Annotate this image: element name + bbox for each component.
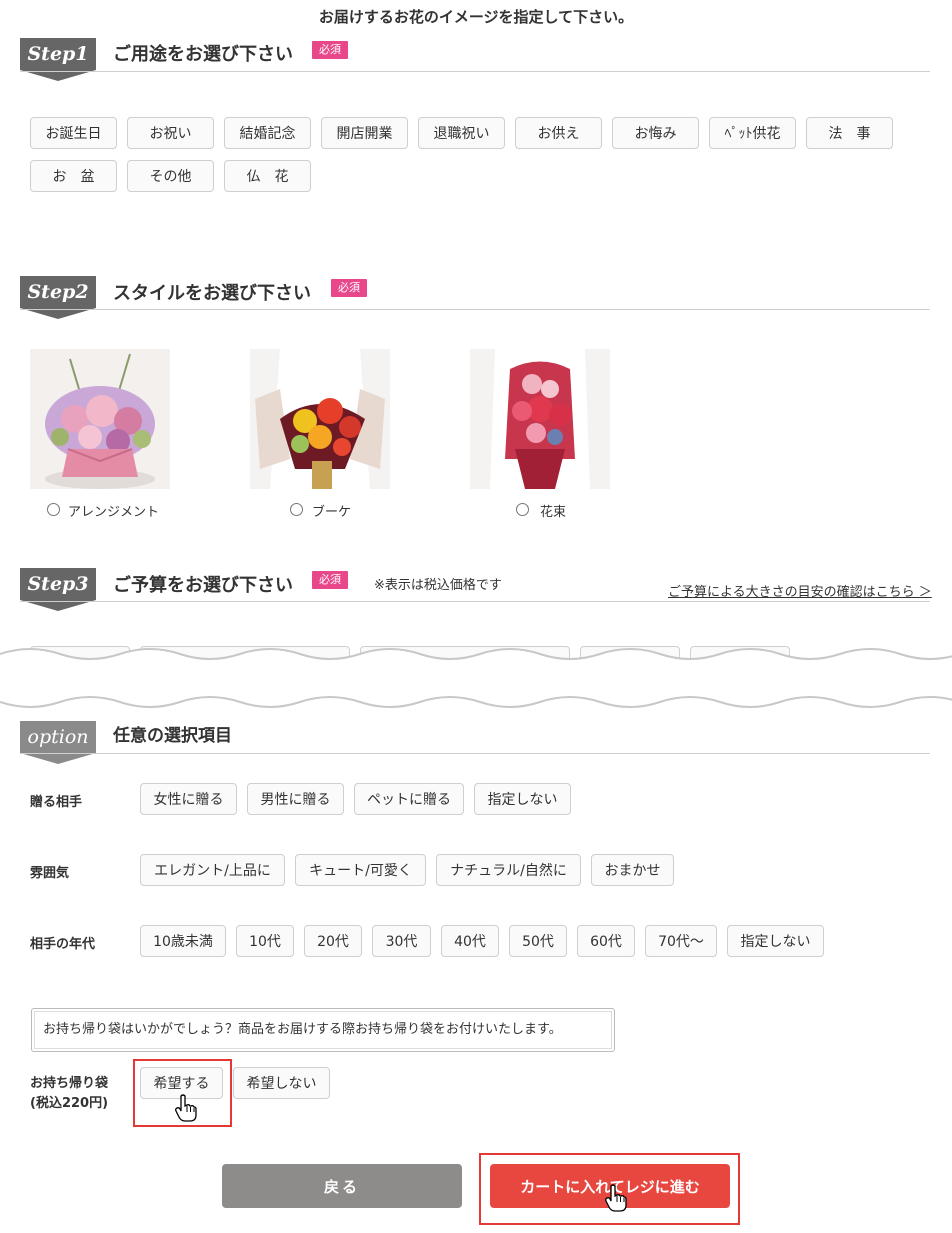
age-chip-30s[interactable]: 30代 (372, 925, 431, 957)
recipient-label: 贈る相手 (30, 795, 83, 810)
shopping-bag-message: お持ち帰り袋はいかがでしょう？商品をお届けする際お持ち帰り袋をお付けいたします。 (31, 1008, 615, 1052)
style-radio-bouquet[interactable] (290, 503, 303, 516)
age-chip-20s[interactable]: 20代 (304, 925, 362, 957)
age-chip-under10[interactable]: 10歳未満 (140, 925, 226, 957)
age-chip-70s-plus[interactable]: 70代～ (645, 925, 717, 957)
mood-chip-omakase[interactable]: おまかせ (591, 854, 674, 886)
step1-divider (20, 71, 930, 72)
page-title: お届けするお花のイメージを指定して下さい。 (318, 8, 634, 26)
style-label-bouquet: ブーケ (312, 505, 352, 520)
style-label-arrangement: アレンジメント (68, 505, 160, 520)
step3-title: ご予算をお選び下さい (113, 575, 293, 596)
step3-required-badge: 必須 (312, 571, 348, 589)
step2-badge: Step2 (20, 276, 96, 308)
shopping-bag-label: お持ち帰り袋 (税込220円) (30, 1074, 108, 1114)
style-label-hanataba: 花束 (540, 505, 567, 520)
age-chip-60s[interactable]: 60代 (577, 925, 635, 957)
purpose-chip-anniversary[interactable]: 結婚記念 (224, 117, 311, 149)
step1-required-badge: 必須 (312, 41, 348, 59)
purpose-chip-offering[interactable]: お供え (515, 117, 602, 149)
mood-chip-natural[interactable]: ナチュラル/自然に (436, 854, 581, 886)
purpose-chip-celebration[interactable]: お祝い (127, 117, 214, 149)
tax-note: ※表示は税込価格です (374, 578, 502, 593)
hand-cursor-icon (605, 1184, 627, 1212)
step1-badge: Step1 (20, 38, 96, 70)
age-chip-40s[interactable]: 40代 (441, 925, 499, 957)
option-badge: option (20, 721, 96, 753)
purpose-chip-retirement[interactable]: 退職祝い (418, 117, 505, 149)
step2-title: スタイルをお選び下さい (113, 283, 311, 304)
style-radio-hanataba[interactable] (516, 503, 529, 516)
purpose-chip-pet-memorial[interactable]: ﾍﾟｯﾄ供花 (709, 117, 796, 149)
mood-chip-elegant[interactable]: エレガント/上品に (140, 854, 285, 886)
age-label: 相手の年代 (30, 937, 96, 952)
mood-chip-cute[interactable]: キュート/可愛く (295, 854, 426, 886)
recipient-chip-pet[interactable]: ペットに贈る (354, 783, 464, 815)
purpose-chip-opening[interactable]: 開店開業 (321, 117, 408, 149)
purpose-chip-condolence[interactable]: お悔み (612, 117, 699, 149)
recipient-chip-female[interactable]: 女性に贈る (140, 783, 237, 815)
shopping-bag-label-line1: お持ち帰り袋 (30, 1076, 109, 1091)
purpose-chip-buddhist-flowers[interactable]: 仏 花 (224, 160, 311, 192)
mood-label: 雰囲気 (30, 866, 70, 881)
step2-required-badge: 必須 (331, 279, 367, 297)
bouquet-photo[interactable] (250, 349, 390, 489)
budget-size-guide-link[interactable]: ご予算による大きさの目安の確認はこちら ＞ (668, 581, 932, 600)
option-divider (20, 753, 930, 754)
purpose-chip-obon[interactable]: お 盆 (30, 160, 117, 192)
arrangement-photo[interactable] (30, 349, 170, 489)
option-badge-arrow (20, 753, 96, 764)
recipient-chip-unspecified[interactable]: 指定しない (474, 783, 571, 815)
step2-divider (20, 309, 930, 310)
step1-title: ご用途をお選び下さい (113, 44, 293, 65)
purpose-chip-birthday[interactable]: お誕生日 (30, 117, 117, 149)
purpose-chip-memorial-service[interactable]: 法 事 (806, 117, 893, 149)
age-chip-unspecified[interactable]: 指定しない (727, 925, 824, 957)
recipient-chip-male[interactable]: 男性に贈る (247, 783, 344, 815)
hand-cursor-icon (175, 1094, 197, 1122)
hanataba-photo[interactable] (470, 349, 610, 489)
step3-divider (20, 601, 930, 602)
purpose-chip-other[interactable]: その他 (127, 160, 214, 192)
style-radio-arrangement[interactable] (47, 503, 60, 516)
back-button[interactable]: 戻る (222, 1164, 462, 1208)
page-cut-separator (0, 648, 952, 708)
option-title: 任意の選択項目 (113, 726, 232, 746)
age-chip-10s[interactable]: 10代 (236, 925, 294, 957)
age-chip-50s[interactable]: 50代 (509, 925, 567, 957)
bag-chip-no-want[interactable]: 希望しない (233, 1067, 330, 1099)
step3-badge: Step3 (20, 568, 96, 600)
shopping-bag-price: (税込220円) (30, 1096, 109, 1111)
